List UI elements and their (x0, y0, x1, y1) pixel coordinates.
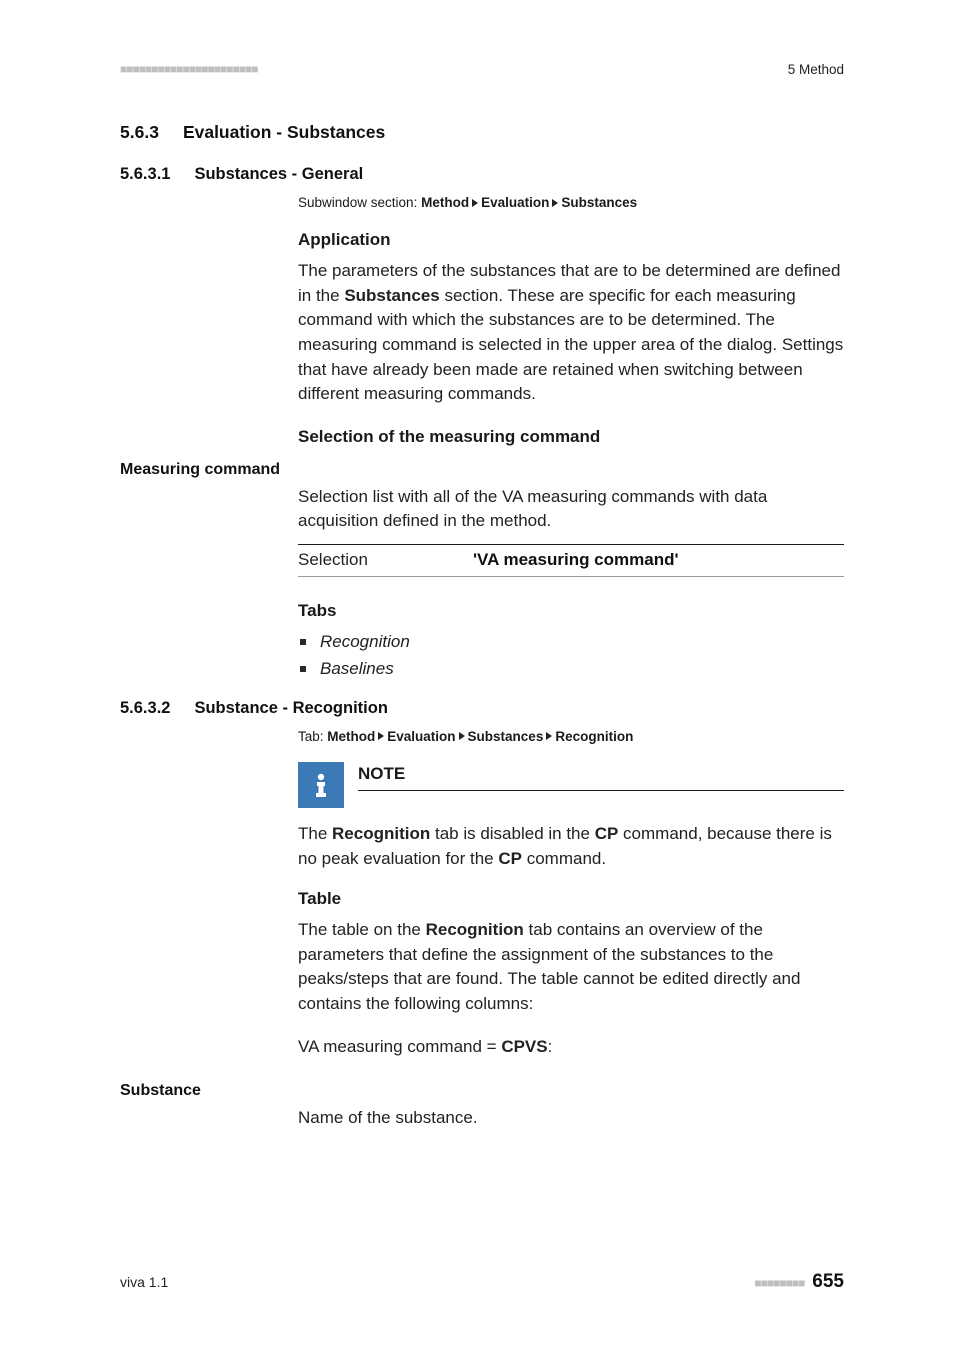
table-heading: Table (298, 887, 844, 912)
measuring-command-text: Selection list with all of the VA measur… (298, 485, 844, 534)
text: VA measuring command = (298, 1037, 501, 1056)
text-bold: CP (498, 849, 522, 868)
measuring-command-label: Measuring command (120, 456, 298, 481)
text-bold: Recognition (332, 824, 430, 843)
breadcrumb-label: Tab: (298, 729, 327, 744)
heading-5-6-3-2: 5.6.3.2 Substance - Recognition (120, 697, 844, 721)
breadcrumb-item: Substances (561, 195, 637, 210)
footer-dashes: ■■■■■■■■ (754, 1276, 804, 1290)
heading-number: 5.6.3 (120, 120, 159, 145)
tabs-list: Recognition Baselines (300, 629, 844, 682)
text: : (548, 1037, 553, 1056)
tabs-list-item: Recognition (300, 629, 844, 656)
selection-row: Selection 'VA measuring command' (298, 544, 844, 577)
chevron-right-icon (546, 732, 552, 740)
heading-5-6-3: 5.6.3 Evaluation - Substances (120, 120, 844, 145)
application-text: The parameters of the substances that ar… (298, 259, 844, 407)
note-text: The Recognition tab is disabled in the C… (298, 822, 844, 871)
breadcrumb-label: Subwindow section: (298, 195, 421, 210)
heading-title: Substance - Recognition (194, 697, 387, 721)
text-bold: Substances (344, 286, 439, 305)
heading-number: 5.6.3.2 (120, 697, 170, 721)
text-bold: CPVS (501, 1037, 547, 1056)
breadcrumb-item: Evaluation (387, 729, 455, 744)
heading-title: Evaluation - Substances (183, 120, 385, 145)
breadcrumb: Tab: Method Evaluation Substances Recogniti… (298, 727, 844, 747)
text-bold: CP (595, 824, 619, 843)
text: command. (522, 849, 606, 868)
header-dashes: ■■■■■■■■■■■■■■■■■■■■■■ (120, 61, 257, 78)
heading-5-6-3-1: 5.6.3.1 Substances - General (120, 163, 844, 187)
page-footer: viva 1.1 ■■■■■■■■ 655 (120, 1268, 844, 1296)
substance-label: Substance (120, 1077, 298, 1102)
page-number: 655 (812, 1271, 844, 1292)
selection-value: 'VA measuring command' (473, 548, 679, 573)
info-icon (298, 762, 344, 808)
chevron-right-icon (472, 199, 478, 207)
breadcrumb: Subwindow section: Method Evaluation Subst… (298, 193, 844, 213)
footer-left: viva 1.1 (120, 1272, 168, 1292)
heading-number: 5.6.3.1 (120, 163, 170, 187)
chevron-right-icon (378, 732, 384, 740)
breadcrumb-item: Method (327, 729, 375, 744)
header-section: 5 Method (788, 60, 844, 80)
breadcrumb-item: Evaluation (481, 195, 549, 210)
breadcrumb-item: Recognition (555, 729, 633, 744)
table-text: The table on the Recognition tab contain… (298, 918, 844, 1017)
text-bold: Recognition (426, 920, 524, 939)
breadcrumb-item: Substances (468, 729, 544, 744)
chevron-right-icon (552, 199, 558, 207)
selection-key: Selection (298, 548, 473, 573)
note-box: NOTE The Recognition tab is disabled in … (298, 762, 844, 871)
text: The (298, 824, 332, 843)
text: tab is disabled in the (430, 824, 594, 843)
application-heading: Application (298, 228, 844, 253)
note-divider (358, 790, 844, 791)
page-header: ■■■■■■■■■■■■■■■■■■■■■■ 5 Method (120, 60, 844, 80)
chevron-right-icon (459, 732, 465, 740)
selection-heading: Selection of the measuring command (298, 425, 844, 450)
text: The table on the (298, 920, 426, 939)
breadcrumb-item: Method (421, 195, 469, 210)
tabs-list-item: Baselines (300, 656, 844, 683)
note-title: NOTE (358, 762, 844, 790)
va-text: VA measuring command = CPVS: (298, 1035, 844, 1060)
tabs-heading: Tabs (298, 599, 844, 624)
substance-text: Name of the substance. (298, 1106, 844, 1131)
heading-title: Substances - General (194, 163, 363, 187)
